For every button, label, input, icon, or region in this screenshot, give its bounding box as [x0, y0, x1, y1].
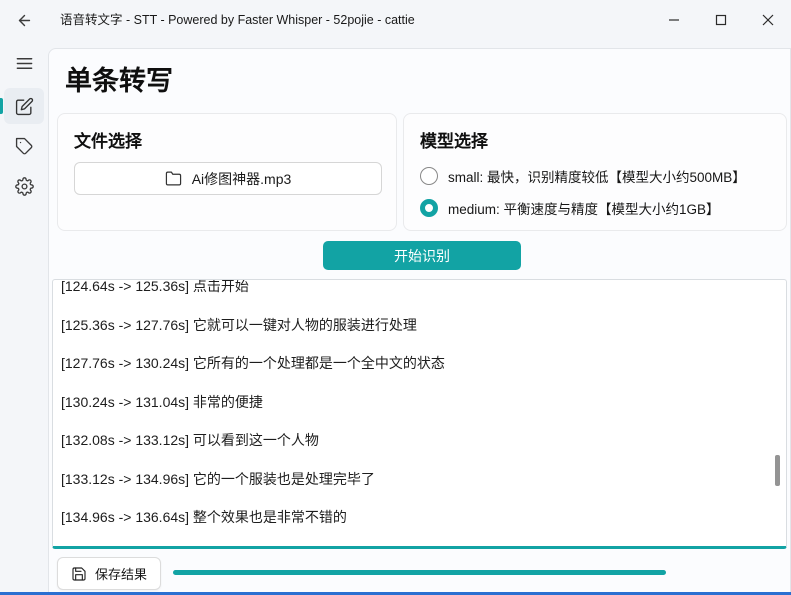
start-recognition-button[interactable]: 开始识别 [323, 241, 521, 270]
page-title: 单条转写 [65, 59, 173, 98]
radio-option-small-label: small: 最快，识别精度较低【模型大小约500MB】 [448, 166, 746, 186]
file-section-title: 文件选择 [74, 127, 142, 152]
save-button-label: 保存结果 [95, 564, 147, 583]
sidebar-item-transcribe[interactable] [4, 88, 44, 124]
menu-button[interactable] [4, 48, 44, 78]
transcript-row: [124.64s -> 125.36s] 点击开始 [53, 279, 786, 306]
selected-file-name: Ai修图神器.mp3 [192, 169, 292, 189]
close-button[interactable] [744, 0, 791, 40]
edit-icon [15, 97, 34, 116]
sidebar-item-settings[interactable] [4, 168, 44, 204]
transcript-row: [132.08s -> 133.12s] 可以看到这一个人物 [53, 421, 786, 460]
radio-option-small[interactable]: small: 最快，识别精度较低【模型大小约500MB】 [420, 166, 746, 186]
transcript-row: [125.36s -> 127.76s] 它就可以一键对人物的服装进行处理 [53, 306, 786, 345]
radio-unchecked-icon[interactable] [420, 167, 438, 185]
hamburger-icon [15, 54, 34, 73]
model-section-title: 模型选择 [420, 127, 488, 152]
tag-icon [15, 137, 34, 156]
back-arrow-icon [16, 12, 33, 29]
sidebar-item-tags[interactable] [4, 128, 44, 164]
progress-bar [173, 570, 666, 575]
transcript-row: [127.76s -> 130.24s] 它所有的一个处理都是一个全中文的状态 [53, 344, 786, 383]
gear-icon [15, 177, 34, 196]
radio-checked-icon[interactable] [420, 199, 438, 217]
maximize-icon [715, 14, 727, 26]
radio-option-medium-label: medium: 平衡速度与精度【模型大小约1GB】 [448, 198, 720, 218]
transcript-row: [130.24s -> 131.04s] 非常的便捷 [53, 383, 786, 422]
minimize-button[interactable] [650, 0, 697, 40]
sidebar [0, 40, 48, 595]
file-select-button[interactable]: Ai修图神器.mp3 [74, 162, 382, 195]
close-icon [762, 14, 774, 26]
titlebar: 语音转文字 - STT - Powered by Faster Whisper … [0, 0, 791, 40]
model-section-card: 模型选择 small: 最快，识别精度较低【模型大小约500MB】 medium… [403, 113, 787, 231]
save-results-button[interactable]: 保存结果 [57, 557, 161, 590]
transcript-results-panel[interactable]: [124.64s -> 125.36s] 点击开始 [125.36s -> 12… [52, 279, 787, 549]
radio-option-medium[interactable]: medium: 平衡速度与精度【模型大小约1GB】 [420, 198, 720, 218]
transcript-rows: [124.64s -> 125.36s] 点击开始 [125.36s -> 12… [53, 279, 786, 537]
folder-icon [165, 170, 182, 187]
main-panel: 单条转写 文件选择 Ai修图神器.mp3 模型选择 small: 最快，识别精度… [48, 48, 791, 595]
save-icon [71, 566, 87, 582]
transcript-row: [133.12s -> 134.96s] 它的一个服装也是处理完毕了 [53, 460, 786, 499]
active-nav-indicator [0, 98, 3, 114]
maximize-button[interactable] [697, 0, 744, 40]
transcript-row: [134.96s -> 136.64s] 整个效果也是非常不错的 [53, 498, 786, 537]
minimize-icon [668, 14, 680, 26]
scrollbar-thumb[interactable] [775, 455, 780, 486]
file-section-card: 文件选择 Ai修图神器.mp3 [57, 113, 397, 231]
back-button[interactable] [10, 7, 38, 33]
window-title: 语音转文字 - STT - Powered by Faster Whisper … [60, 0, 415, 40]
window-controls [650, 0, 791, 40]
